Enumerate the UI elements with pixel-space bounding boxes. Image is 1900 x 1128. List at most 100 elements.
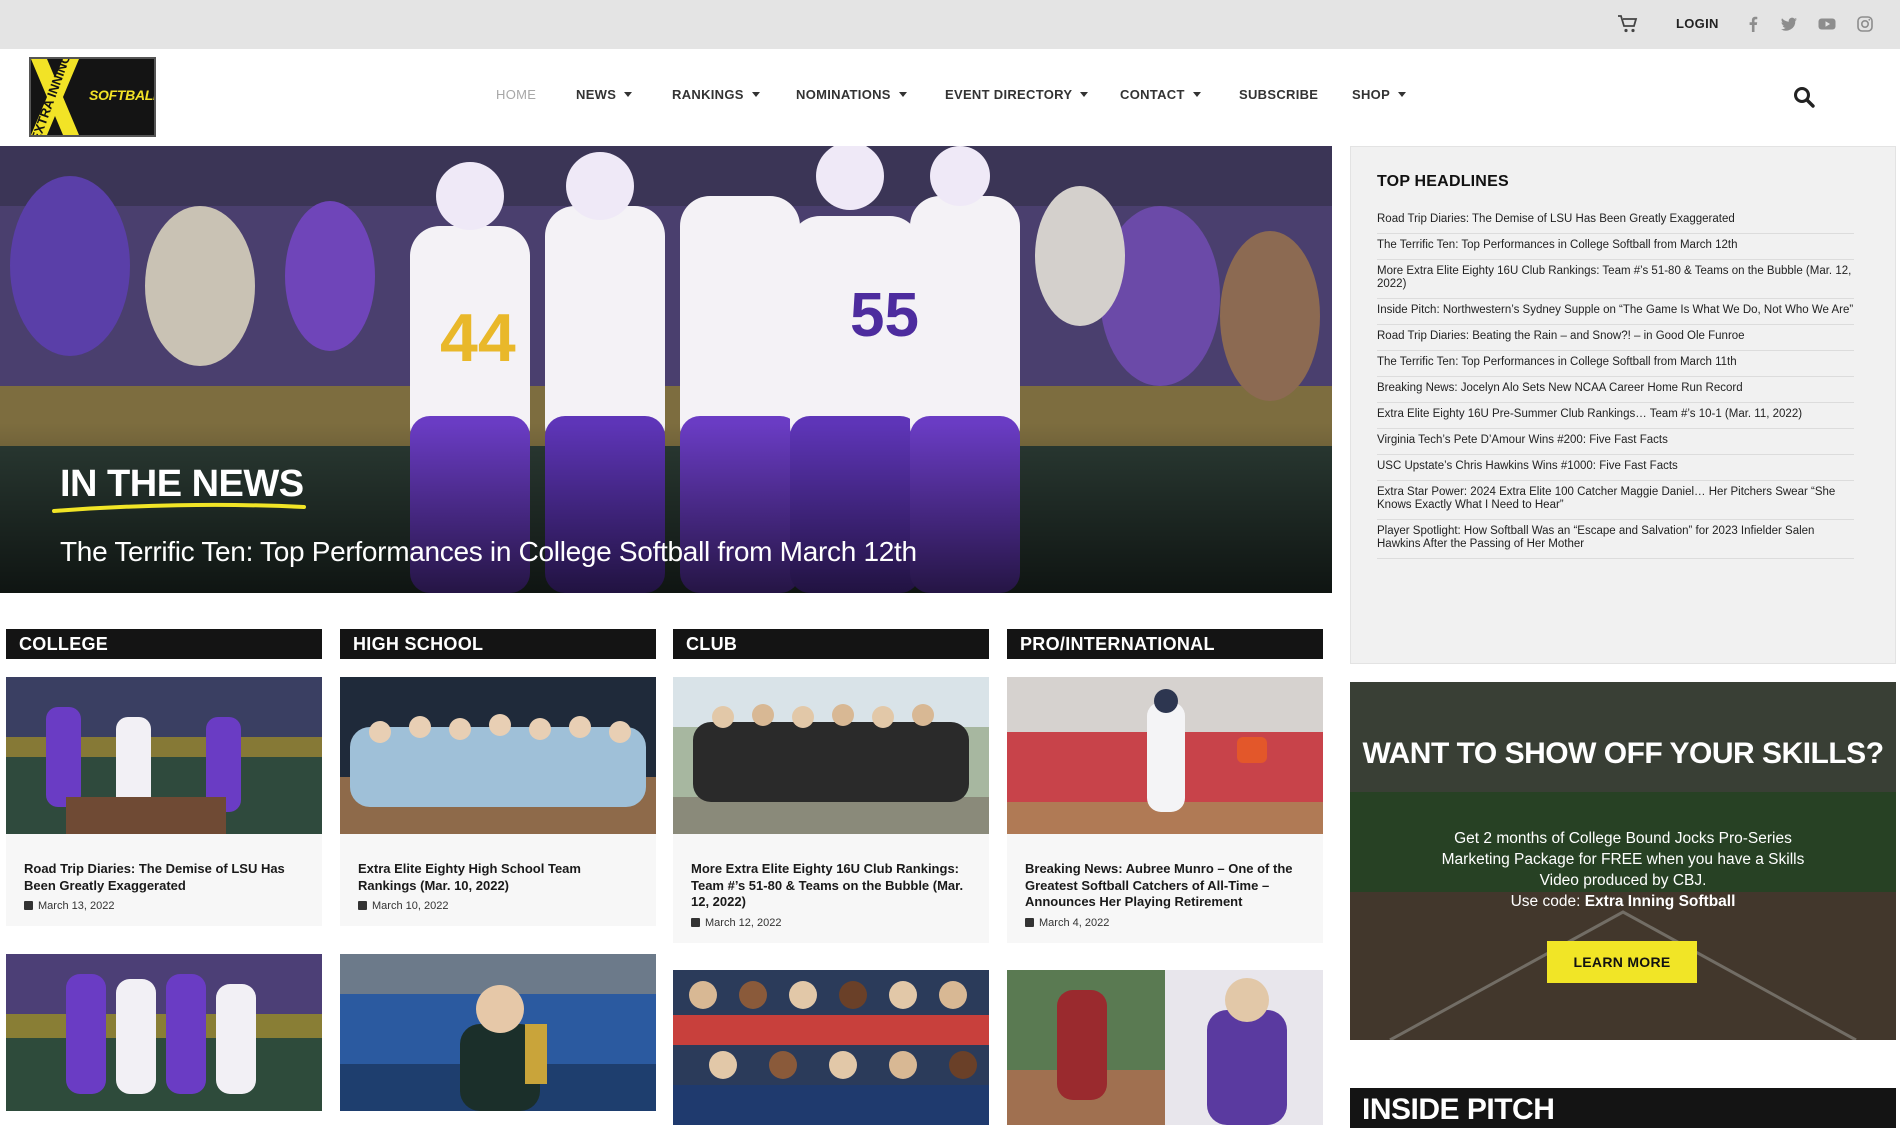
article-date: March 12, 2022 [705, 916, 782, 929]
headline-link[interactable]: Inside Pitch: Northwestern’s Sydney Supp… [1377, 299, 1854, 325]
headline-link[interactable]: More Extra Elite Eighty 16U Club Ranking… [1377, 260, 1854, 299]
nav-news[interactable]: NEWS [576, 87, 633, 102]
top-headlines-list: Road Trip Diaries: The Demise of LSU Has… [1377, 208, 1854, 559]
chevron-down-icon [751, 92, 760, 97]
headline-link[interactable]: Extra Star Power: 2024 Extra Elite 100 C… [1377, 481, 1854, 520]
login-link[interactable]: LOGIN [1676, 16, 1719, 31]
article-thumbnail [6, 677, 322, 834]
hero-featured-story[interactable]: 44 55 IN THE NEWS The Terrific Ten: Top … [0, 146, 1332, 593]
calendar-icon [1025, 917, 1034, 927]
article-card-high-school[interactable]: Extra Elite Eighty High School Team Rank… [340, 677, 656, 926]
headline-link[interactable]: Player Spotlight: How Softball Was an “E… [1377, 520, 1854, 559]
category-title: PRO/INTERNATIONAL [1020, 634, 1215, 654]
nav-event-directory-label: EVENT DIRECTORY [945, 87, 1073, 102]
top-headlines-title: TOP HEADLINES [1377, 173, 1509, 190]
article-date: March 13, 2022 [38, 900, 115, 912]
cart-icon[interactable] [1616, 12, 1640, 36]
top-headlines-widget: TOP HEADLINES Road Trip Diaries: The Dem… [1350, 146, 1896, 664]
nav-home-label: HOME [496, 87, 537, 102]
nav-event-directory[interactable]: EVENT DIRECTORY [945, 87, 1089, 102]
article-date-line: March 4, 2022 [1007, 911, 1323, 943]
promo-body: Get 2 months of College Bound Jocks Pro-… [1441, 830, 1805, 889]
category-header-pro-international[interactable]: PRO/INTERNATIONAL [1007, 629, 1323, 659]
promo-title: WANT TO SHOW OFF YOUR SKILLS? [1362, 737, 1884, 770]
promo-code-label: Use code: [1510, 893, 1585, 910]
instagram-icon[interactable] [1854, 13, 1876, 35]
nav-home[interactable]: HOME [496, 87, 536, 102]
hero-headline[interactable]: The Terrific Ten: Top Performances in Co… [60, 536, 917, 568]
logo-x-mark: EXTRA INNING [31, 59, 79, 135]
nav-contact-label: CONTACT [1120, 87, 1185, 102]
article-title[interactable]: Road Trip Diaries: The Demise of LSU Has… [6, 834, 322, 894]
article-thumbnail[interactable] [673, 970, 989, 1125]
youtube-icon[interactable] [1816, 13, 1838, 35]
category-header-college[interactable]: COLLEGE [6, 629, 322, 659]
article-card-college[interactable]: Road Trip Diaries: The Demise of LSU Has… [6, 677, 322, 926]
headline-link[interactable]: Breaking News: Jocelyn Alo Sets New NCAA… [1377, 377, 1854, 403]
category-title: HIGH SCHOOL [353, 634, 484, 654]
category-title: COLLEGE [19, 634, 109, 654]
article-date-line: March 12, 2022 [673, 911, 989, 943]
hero-underline-stroke [52, 502, 306, 513]
headline-link[interactable]: Road Trip Diaries: The Demise of LSU Has… [1377, 208, 1854, 234]
category-header-club[interactable]: CLUB [673, 629, 989, 659]
article-card-club[interactable]: More Extra Elite Eighty 16U Club Ranking… [673, 677, 989, 943]
article-date: March 4, 2022 [1039, 916, 1110, 929]
article-thumbnail [673, 677, 989, 834]
chevron-down-icon [898, 92, 907, 97]
article-thumbnail [340, 677, 656, 834]
headline-link[interactable]: Virginia Tech’s Pete D’Amour Wins #200: … [1377, 429, 1854, 455]
category-header-high-school[interactable]: HIGH SCHOOL [340, 629, 656, 659]
chevron-down-icon [1192, 92, 1201, 97]
category-title: CLUB [686, 634, 738, 654]
jersey-graphic: 55 [850, 281, 919, 350]
article-date-line: March 10, 2022 [340, 894, 656, 926]
nav-subscribe[interactable]: SUBSCRIBE [1239, 87, 1318, 102]
nav-shop[interactable]: SHOP [1352, 87, 1407, 102]
hero-kicker: IN THE NEWS [60, 463, 304, 505]
nav-rankings-label: RANKINGS [672, 87, 744, 102]
facebook-icon[interactable] [1742, 13, 1764, 35]
search-icon[interactable] [1792, 85, 1816, 109]
headline-link[interactable]: Extra Elite Eighty 16U Pre-Summer Club R… [1377, 403, 1854, 429]
article-date: March 10, 2022 [372, 900, 449, 912]
inside-pitch-title: INSIDE PITCH [1362, 1093, 1555, 1126]
top-utility-bar: LOGIN [0, 0, 1900, 49]
article-thumbnail[interactable] [1007, 970, 1323, 1125]
nav-contact[interactable]: CONTACT [1120, 87, 1201, 102]
chevron-down-icon [1398, 92, 1407, 97]
article-thumbnail[interactable] [6, 954, 322, 1111]
site-logo[interactable]: EXTRA INNING SOFTBALL [29, 57, 156, 137]
promo-code: Extra Inning Softball [1584, 893, 1736, 910]
nav-nominations-label: NOMINATIONS [796, 87, 891, 102]
skills-video-promo: WANT TO SHOW OFF YOUR SKILLS? Get 2 mont… [1350, 682, 1896, 1040]
calendar-icon [24, 901, 33, 910]
article-card-pro-international[interactable]: Breaking News: Aubree Munro – One of the… [1007, 677, 1323, 943]
jersey-graphic: 44 [440, 300, 516, 376]
logo-softball-text: SOFTBALL [89, 87, 156, 103]
promo-code-line: Use code: Extra Inning Softball [1420, 893, 1826, 911]
article-title[interactable]: More Extra Elite Eighty 16U Club Ranking… [673, 834, 989, 911]
nav-subscribe-label: SUBSCRIBE [1239, 87, 1319, 102]
chevron-down-icon [624, 92, 633, 97]
inside-pitch-header: INSIDE PITCH [1350, 1088, 1896, 1128]
learn-more-button[interactable]: LEARN MORE [1547, 941, 1697, 983]
headline-link[interactable]: Road Trip Diaries: Beating the Rain – an… [1377, 325, 1854, 351]
headline-link[interactable]: USC Upstate’s Chris Hawkins Wins #1000: … [1377, 455, 1854, 481]
article-title[interactable]: Extra Elite Eighty High School Team Rank… [340, 834, 656, 894]
article-date-line: March 13, 2022 [6, 894, 322, 926]
headline-link[interactable]: The Terrific Ten: Top Performances in Co… [1377, 351, 1854, 377]
twitter-icon[interactable] [1778, 13, 1800, 35]
calendar-icon [691, 917, 700, 927]
article-title[interactable]: Breaking News: Aubree Munro – One of the… [1007, 834, 1323, 911]
headline-link[interactable]: The Terrific Ten: Top Performances in Co… [1377, 234, 1854, 260]
nav-nominations[interactable]: NOMINATIONS [796, 87, 907, 102]
article-thumbnail[interactable] [340, 954, 656, 1111]
calendar-icon [358, 901, 367, 910]
article-thumbnail [1007, 677, 1323, 834]
chevron-down-icon [1080, 92, 1089, 97]
nav-rankings[interactable]: RANKINGS [672, 87, 760, 102]
main-header: EXTRA INNING SOFTBALL HOME NEWS RANKINGS… [0, 49, 1900, 146]
nav-shop-label: SHOP [1352, 87, 1391, 102]
nav-news-label: NEWS [576, 87, 617, 102]
